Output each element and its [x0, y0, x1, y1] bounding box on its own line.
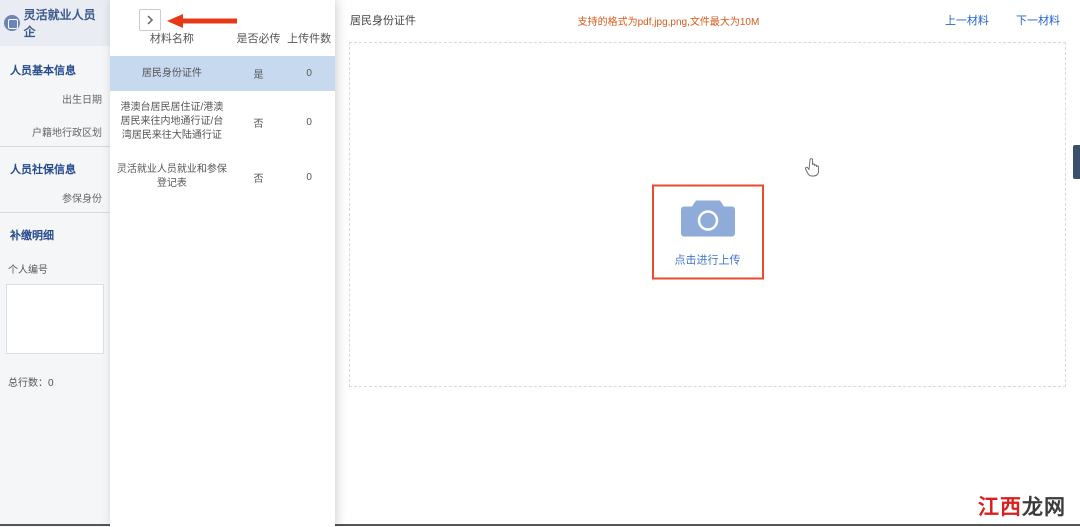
divider [0, 146, 110, 147]
app-header: 灵活就业人员企 [0, 0, 110, 46]
camera-icon [680, 196, 736, 238]
material-name: 港澳台居民居住证/港澳居民来往内地通行证/台湾居民来往大陆通行证 [110, 101, 234, 143]
section-supplement-detail: 补缴明细 [0, 219, 110, 251]
field-birth-date: 出生日期 [0, 86, 110, 111]
app-title: 灵活就业人员企 [24, 6, 106, 40]
material-count: 0 [283, 172, 335, 183]
app-logo-icon [4, 15, 20, 31]
total-rows: 总行数：0 [0, 370, 110, 393]
record-box [6, 284, 104, 354]
material-row[interactable]: 灵活就业人员就业和参保登记表 否 0 [110, 153, 335, 201]
collapse-panel-button[interactable] [139, 9, 161, 31]
watermark: 江西龙网 [978, 491, 1066, 521]
document-title: 居民身份证件 [350, 12, 416, 28]
material-row[interactable]: 港澳台居民居住证/港澳居民来往内地通行证/台湾居民来往大陆通行证 否 0 [110, 91, 335, 153]
material-row[interactable]: 居民身份证件 是 0 [110, 56, 335, 91]
section-basic-info: 人员基本信息 [0, 54, 110, 86]
col-header-name: 材料名称 [110, 30, 234, 46]
material-count: 0 [283, 117, 335, 128]
material-required: 否 [234, 170, 284, 185]
next-material-link[interactable]: 下一材料 [1016, 15, 1060, 27]
col-header-required: 是否必传 [234, 30, 284, 46]
right-side-tab[interactable] [1073, 145, 1080, 179]
material-name: 灵活就业人员就业和参保登记表 [110, 163, 234, 191]
upload-text: 点击进行上传 [662, 251, 754, 267]
materials-panel: 材料名称 是否必传 上传件数 居民身份证件 是 0 港澳台居民居住证/港澳居民来… [110, 0, 335, 527]
annotation-arrow-icon [167, 12, 237, 30]
upload-dropzone[interactable]: 点击进行上传 [349, 42, 1066, 387]
arrow-right-icon [144, 14, 156, 26]
main-area: 居民身份证件 支持的格式为pdf,jpg,png,文件最大为10M 上一材料 下… [335, 0, 1080, 527]
field-insured-identity: 参保身份 [0, 185, 110, 210]
material-nav: 上一材料 下一材料 [921, 12, 1060, 28]
cursor-hand-icon [805, 158, 821, 178]
divider [0, 212, 110, 213]
personal-number-label: 个人编号 [0, 257, 110, 280]
left-background-panel: 灵活就业人员企 人员基本信息 出生日期 户籍地行政区划 人员社保信息 参保身份 … [0, 0, 110, 527]
upload-button[interactable]: 点击进行上传 [652, 184, 764, 279]
material-name: 居民身份证件 [110, 67, 234, 81]
main-header: 居民身份证件 支持的格式为pdf,jpg,png,文件最大为10M 上一材料 下… [335, 0, 1080, 38]
format-note: 支持的格式为pdf,jpg,png,文件最大为10M [578, 13, 760, 28]
prev-material-link[interactable]: 上一材料 [945, 15, 989, 27]
field-household-region: 户籍地行政区划 [0, 119, 110, 144]
material-required: 是 [234, 66, 284, 81]
material-count: 0 [283, 68, 335, 79]
col-header-count: 上传件数 [283, 30, 335, 46]
section-social-security: 人员社保信息 [0, 153, 110, 185]
material-required: 否 [234, 115, 284, 130]
